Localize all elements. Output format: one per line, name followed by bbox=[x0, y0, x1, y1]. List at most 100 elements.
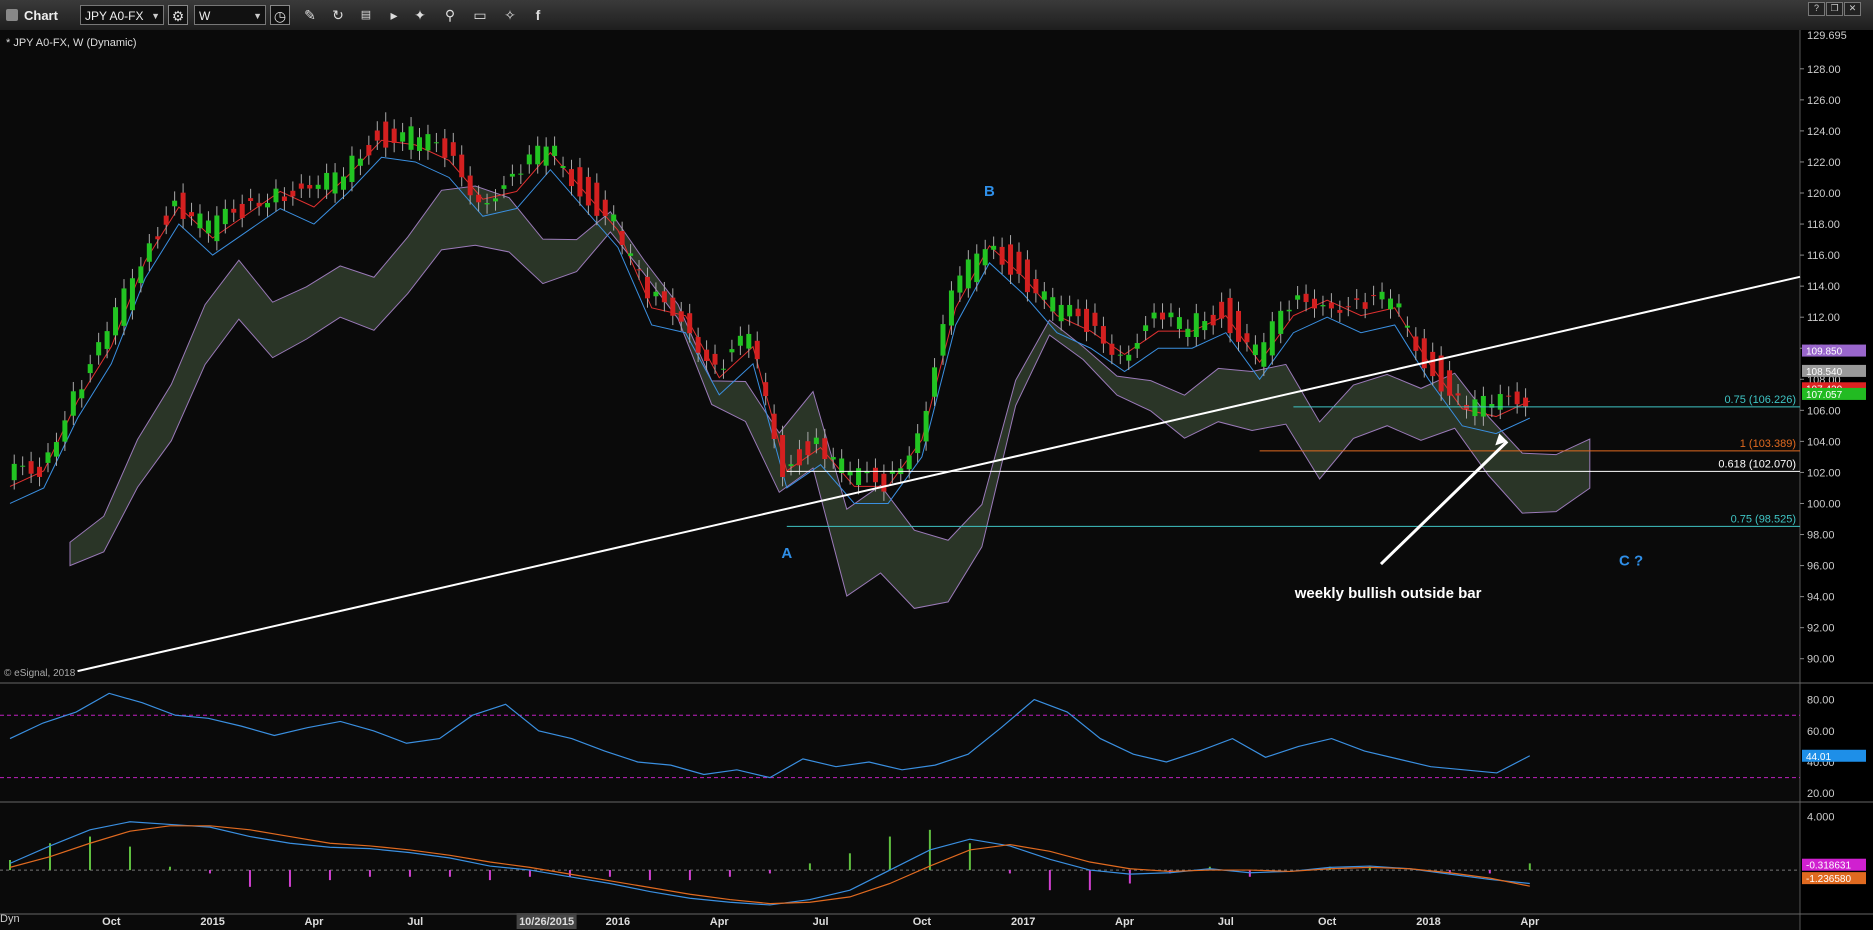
play-icon[interactable]: ▸ bbox=[384, 5, 404, 25]
candle-body bbox=[1067, 304, 1073, 317]
candle-body bbox=[1269, 321, 1275, 356]
candle-body bbox=[1379, 291, 1385, 300]
close-icon[interactable]: ✕ bbox=[1844, 2, 1861, 16]
candle-body bbox=[729, 349, 735, 353]
candle-body bbox=[1286, 309, 1292, 312]
candle-body bbox=[1455, 393, 1461, 396]
candle-body bbox=[636, 269, 642, 271]
x-tick-label: Jul bbox=[407, 916, 423, 928]
rsi-tick-label: 80.00 bbox=[1807, 695, 1835, 707]
interval-combo[interactable]: W ▼ bbox=[194, 5, 266, 25]
candle-body bbox=[383, 121, 389, 148]
symbol-combo[interactable]: JPY A0-FX ▼ bbox=[80, 5, 164, 25]
candle-body bbox=[53, 442, 59, 457]
x-tick-label: Apr bbox=[1115, 916, 1135, 928]
candle-body bbox=[940, 324, 946, 356]
y-tick-label: 98.00 bbox=[1807, 530, 1835, 542]
candle-body bbox=[467, 175, 473, 196]
candle-body bbox=[417, 137, 423, 151]
candle-body bbox=[585, 176, 591, 206]
y-tick-label: 96.00 bbox=[1807, 561, 1835, 573]
twitter-icon[interactable]: ✧ bbox=[500, 5, 520, 25]
candle-body bbox=[948, 290, 954, 326]
chevron-down-icon[interactable]: ▼ bbox=[253, 6, 262, 26]
rsi-tick-label: 20.00 bbox=[1807, 788, 1835, 800]
restore-icon[interactable]: ❐ bbox=[1826, 2, 1843, 16]
candle-body bbox=[1227, 297, 1233, 334]
candle-body bbox=[87, 364, 93, 374]
pencil-icon[interactable]: ✎ bbox=[300, 5, 320, 25]
candle-body bbox=[763, 382, 769, 397]
candle-body bbox=[552, 145, 558, 156]
candle-body bbox=[1024, 259, 1030, 293]
candle-body bbox=[594, 182, 600, 216]
chart-title: * JPY A0-FX, W (Dynamic) bbox=[6, 37, 137, 49]
candle-body bbox=[1354, 298, 1360, 300]
candle-body bbox=[366, 145, 372, 156]
candle-body bbox=[273, 188, 279, 203]
x-tick-label: 2018 bbox=[1416, 916, 1440, 928]
candle-body bbox=[332, 172, 338, 194]
top-price-label: 129.695 bbox=[1807, 30, 1847, 42]
candle-body bbox=[1413, 336, 1419, 351]
refresh-icon[interactable]: ↻ bbox=[328, 5, 348, 25]
candle-body bbox=[307, 185, 313, 189]
candle-body bbox=[881, 473, 887, 492]
wave-label: C ? bbox=[1619, 553, 1643, 570]
candle-body bbox=[425, 134, 431, 151]
candle-body bbox=[1185, 328, 1191, 338]
candle-body bbox=[1514, 391, 1520, 405]
rsi-value-label: 44.01 bbox=[1806, 752, 1831, 763]
candle-body bbox=[290, 190, 296, 197]
price-tag-label: 109.850 bbox=[1806, 347, 1843, 358]
candle-body bbox=[450, 142, 456, 156]
candle-body bbox=[788, 464, 794, 467]
candle-body bbox=[1016, 251, 1022, 274]
candle-body bbox=[991, 245, 997, 250]
settings-icon[interactable]: ✦ bbox=[410, 5, 430, 25]
candle-body bbox=[906, 455, 912, 470]
candle-body bbox=[813, 437, 819, 445]
toolbar: Chart JPY A0-FX ▼ ⚙ W ▼ ◷ ✎ ↻ ▤ ▸ ✦ ⚲ ▭ … bbox=[0, 0, 1873, 31]
clock-icon[interactable]: ◷ bbox=[270, 5, 290, 25]
candle-body bbox=[62, 420, 68, 442]
chart-area[interactable]: 90.00 92.00 94.00 96.00 98.00 100.00 102.00 104… bbox=[0, 30, 1873, 930]
candle-body bbox=[560, 165, 566, 168]
candle-body bbox=[1337, 309, 1343, 313]
candle-body bbox=[231, 208, 237, 213]
candle-body bbox=[129, 278, 135, 311]
candle-body bbox=[509, 173, 515, 177]
chevron-down-icon[interactable]: ▼ bbox=[151, 6, 160, 26]
help-icon[interactable]: ? bbox=[1808, 2, 1825, 16]
candle-body bbox=[1041, 291, 1047, 300]
facebook-icon[interactable]: f bbox=[528, 5, 548, 25]
x-tick-label: Apr bbox=[710, 916, 730, 928]
candle-body bbox=[1497, 394, 1503, 410]
y-tick-label: 94.00 bbox=[1807, 592, 1835, 604]
study-icon[interactable]: ▤ bbox=[356, 5, 376, 25]
candle-body bbox=[1312, 298, 1318, 309]
candle-body bbox=[172, 200, 178, 207]
candle-body bbox=[1134, 343, 1140, 349]
gear-icon[interactable]: ⚙ bbox=[168, 5, 188, 25]
candle-body bbox=[298, 183, 304, 189]
candle-body bbox=[1261, 342, 1267, 367]
candle-body bbox=[1320, 305, 1326, 307]
comment-icon[interactable]: ▭ bbox=[470, 5, 490, 25]
candle-body bbox=[163, 215, 169, 225]
candle-body bbox=[265, 202, 271, 208]
candle-body bbox=[79, 389, 85, 399]
tag-icon[interactable]: ⚲ bbox=[440, 5, 460, 25]
candle-body bbox=[999, 246, 1005, 265]
y-tick-label: 114.00 bbox=[1807, 281, 1840, 293]
candle-body bbox=[856, 468, 862, 486]
y-tick-label: 102.00 bbox=[1807, 467, 1841, 479]
annotation-text: weekly bullish outside bar bbox=[1294, 585, 1482, 602]
candle-body bbox=[484, 203, 490, 205]
y-tick-label: 122.00 bbox=[1807, 157, 1841, 169]
candle-body bbox=[518, 173, 524, 175]
candle-body bbox=[923, 410, 929, 442]
candle-body bbox=[96, 342, 102, 356]
candle-body bbox=[678, 311, 684, 322]
candle-body bbox=[248, 198, 254, 202]
